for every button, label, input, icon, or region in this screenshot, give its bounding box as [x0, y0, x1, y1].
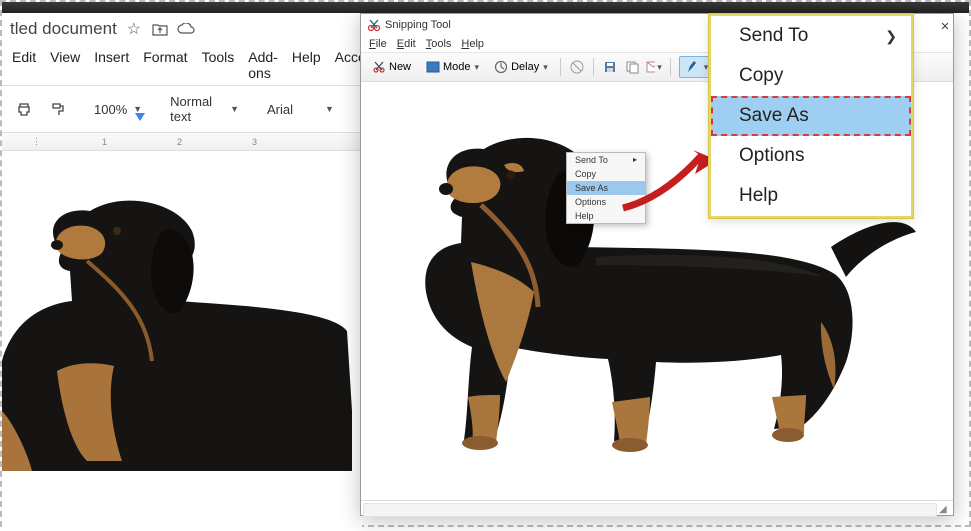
menu-insert[interactable]: Insert	[94, 49, 129, 81]
document-canvas[interactable]	[2, 151, 362, 531]
snipping-tool-icon	[367, 18, 381, 32]
scissors-icon	[371, 59, 387, 75]
cloud-status-icon[interactable]	[177, 20, 195, 38]
callout-options[interactable]: Options	[711, 136, 911, 176]
snip-menu-edit[interactable]: Edit	[397, 38, 416, 50]
tab-marker-icon[interactable]	[135, 113, 145, 121]
style-selector[interactable]: Normal text▼	[166, 92, 243, 126]
menu-help[interactable]: Help	[292, 49, 321, 81]
callout-copy[interactable]: Copy	[711, 56, 911, 96]
callout-save-as[interactable]: Save As	[711, 96, 911, 136]
browser-top-strip	[2, 2, 969, 13]
mode-rect-icon	[425, 59, 441, 75]
pen-icon	[684, 59, 700, 75]
cancel-icon[interactable]	[569, 59, 585, 75]
menu-tools[interactable]: Tools	[202, 49, 235, 81]
google-docs-window: tled document ☆ Edit View Insert Format …	[2, 13, 362, 529]
font-selector[interactable]: Arial▼	[263, 100, 338, 119]
gdocs-title-area: tled document ☆	[2, 13, 362, 45]
snip-menu-tools[interactable]: Tools	[426, 38, 452, 50]
ruler: ⋮ 1 2 3	[2, 133, 362, 151]
format-paint-icon[interactable]	[46, 99, 70, 119]
mode-button[interactable]: Mode▾	[421, 57, 483, 77]
close-button[interactable]: ✕	[924, 14, 966, 38]
snip-statusbar: ◢	[361, 500, 953, 518]
dog-image-gdocs	[2, 161, 352, 471]
menu-edit[interactable]: Edit	[12, 49, 36, 81]
move-folder-icon[interactable]	[151, 20, 169, 38]
snip-title: Snipping Tool	[385, 19, 451, 31]
menu-format[interactable]: Format	[143, 49, 187, 81]
callout-menu: Send To Copy Save As Options Help	[709, 14, 913, 218]
send-icon[interactable]: ▾	[646, 59, 662, 75]
callout-help[interactable]: Help	[711, 176, 911, 216]
clock-icon	[493, 59, 509, 75]
copy-icon[interactable]	[624, 59, 640, 75]
new-snip-button[interactable]: New	[367, 57, 415, 77]
callout-arrow-icon	[613, 138, 723, 218]
horizontal-scrollbar[interactable]	[363, 503, 937, 517]
menu-view[interactable]: View	[50, 49, 80, 81]
gdocs-toolbar: 100%▼ Normal text▼ Arial▼ − 11	[2, 85, 362, 133]
print-icon[interactable]	[12, 100, 36, 119]
star-icon[interactable]: ☆	[125, 20, 143, 38]
save-icon[interactable]	[602, 59, 618, 75]
callout-send-to[interactable]: Send To	[711, 16, 911, 56]
gdocs-menu-bar: Edit View Insert Format Tools Add-ons He…	[2, 45, 362, 85]
document-title[interactable]: tled document	[10, 19, 117, 39]
snip-menu-file[interactable]: File	[369, 38, 387, 50]
delay-button[interactable]: Delay▾	[489, 57, 552, 77]
snip-menu-help[interactable]: Help	[461, 38, 484, 50]
menu-addons[interactable]: Add-ons	[248, 49, 278, 81]
